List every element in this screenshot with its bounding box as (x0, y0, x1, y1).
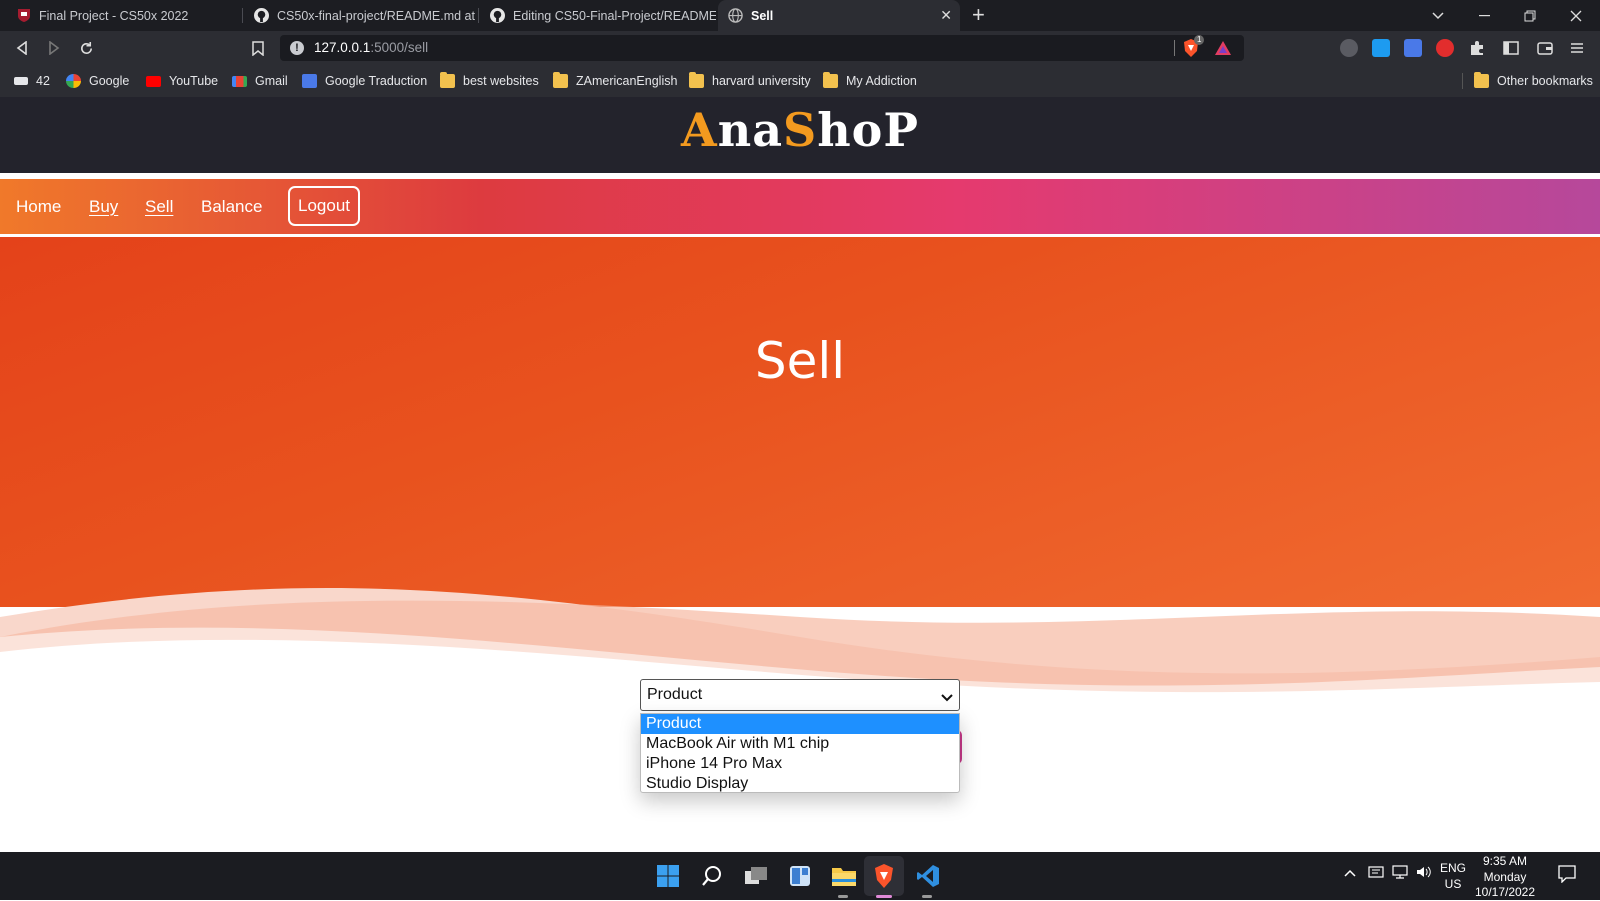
bookmark-harvard-university[interactable]: harvard university (689, 72, 811, 89)
42-icon (14, 77, 28, 85)
tab-sell[interactable]: Sell ✕ (718, 0, 960, 31)
github-icon (490, 8, 505, 23)
bookmark-google-traduction[interactable]: Google Traduction (302, 73, 427, 89)
folder-icon (553, 72, 568, 88)
tab-title: Final Project - CS50x 2022 (39, 8, 189, 23)
main-nav: Home Buy Sell Balance Logout (0, 179, 1600, 234)
wallet-icon[interactable] (1534, 37, 1556, 59)
youtube-icon (146, 75, 161, 87)
windows-start-icon[interactable] (654, 862, 682, 890)
close-window-icon[interactable] (1554, 0, 1598, 31)
restore-icon[interactable] (1508, 0, 1552, 31)
vscode-icon[interactable] (914, 862, 942, 890)
forward-icon[interactable] (43, 37, 65, 59)
site-header: AnaShoP (0, 97, 1600, 173)
globe-icon (728, 8, 743, 23)
network-icon[interactable] (1392, 865, 1408, 882)
nav-home[interactable]: Home (16, 197, 61, 217)
product-option[interactable]: iPhone 14 Pro Max (641, 754, 959, 774)
url-text: 127.0.0.1:5000/sell (314, 40, 429, 55)
bookmark-my-addiction[interactable]: My Addiction (823, 72, 917, 89)
reload-icon[interactable] (75, 37, 97, 59)
close-tab-icon[interactable]: ✕ (940, 7, 952, 24)
brave-browser-icon[interactable] (870, 862, 898, 890)
web-page: AnaShoP Home Buy Sell Balance Logout Sel… (0, 97, 1600, 852)
bookmark-icon[interactable] (247, 37, 269, 59)
browser-tab-strip: Final Project - CS50x 2022 CS50x-final-p… (0, 0, 1600, 31)
back-icon[interactable] (11, 37, 33, 59)
harvard-shield-icon (16, 8, 31, 23)
show-hidden-icons-chevron-icon[interactable] (1344, 866, 1356, 880)
gmail-icon (232, 75, 247, 87)
sidebar-icon[interactable] (1500, 37, 1522, 59)
extension-mask-icon[interactable] (1340, 39, 1358, 57)
windows-taskbar: ENG US 9:35 AM Monday 10/17/2022 (0, 852, 1600, 900)
site-info-icon[interactable]: ! (290, 41, 304, 55)
product-select[interactable]: Product (640, 679, 960, 711)
google-icon (66, 74, 81, 88)
tab-github-readme[interactable]: CS50x-final-project/README.md at m (244, 0, 478, 31)
task-view-icon[interactable] (742, 862, 770, 890)
folder-icon (689, 72, 704, 88)
ime-icon[interactable] (1368, 865, 1384, 882)
new-tab-icon[interactable]: + (972, 3, 985, 27)
bookmark-42[interactable]: 42 (14, 73, 50, 89)
extension-drop-icon[interactable] (1372, 39, 1390, 57)
notification-icon[interactable] (1558, 865, 1576, 886)
tab-title: Editing CS50-Final-Project/README.m (513, 8, 716, 23)
bookmark-youtube[interactable]: YouTube (146, 73, 218, 89)
extensions-puzzle-icon[interactable] (1466, 37, 1488, 59)
extension-adblock-icon[interactable] (1436, 39, 1454, 57)
brave-rewards-icon[interactable] (1214, 40, 1232, 61)
chevron-down-icon (941, 689, 953, 707)
widgets-icon[interactable] (786, 862, 814, 890)
minimize-icon[interactable] (1462, 0, 1506, 31)
nav-sell[interactable]: Sell (145, 197, 173, 217)
product-dropdown-list: Product MacBook Air with M1 chip iPhone … (640, 713, 960, 793)
bookmark-google[interactable]: Google (66, 73, 129, 89)
tab-title: CS50x-final-project/README.md at m (277, 8, 478, 23)
tab-final-project[interactable]: Final Project - CS50x 2022 (6, 0, 242, 31)
tab-title: Sell (751, 8, 774, 23)
page-title: Sell (754, 332, 846, 390)
folder-icon (823, 72, 838, 88)
shield-count-badge: 1 (1194, 35, 1205, 45)
address-bar[interactable]: ! 127.0.0.1:5000/sell 1 (280, 35, 1244, 61)
bookmark-gmail[interactable]: Gmail (232, 73, 288, 89)
nav-balance[interactable]: Balance (201, 197, 262, 217)
product-option[interactable]: Product (641, 714, 959, 734)
file-explorer-icon[interactable] (830, 862, 858, 890)
product-option[interactable]: Studio Display (641, 774, 959, 794)
extension-translate-icon[interactable] (1404, 39, 1422, 57)
translate-icon (302, 74, 317, 88)
site-logo[interactable]: AnaShoP (0, 103, 1600, 157)
bookmark-best-websites[interactable]: best websites (440, 72, 539, 89)
volume-icon[interactable] (1416, 865, 1432, 882)
product-option[interactable]: MacBook Air with M1 chip (641, 734, 959, 754)
folder-icon (440, 72, 455, 88)
tab-search-chevron-icon[interactable] (1416, 0, 1460, 31)
bookmarks-bar: 42 Google YouTube Gmail Google Traductio… (0, 65, 1600, 97)
folder-icon (1474, 72, 1489, 88)
search-icon[interactable] (698, 862, 726, 890)
nav-buy[interactable]: Buy (89, 197, 118, 217)
browser-toolbar: ! 127.0.0.1:5000/sell 1 (0, 31, 1600, 65)
tab-editing-readme[interactable]: Editing CS50-Final-Project/README.m (480, 0, 716, 31)
logout-button[interactable]: Logout (288, 186, 360, 226)
bookmark-other-bookmarks[interactable]: Other bookmarks (1474, 72, 1593, 89)
menu-icon[interactable] (1566, 37, 1588, 59)
bookmark-zamericanenglish[interactable]: ZAmericanEnglish (553, 72, 677, 89)
github-icon (254, 8, 269, 23)
product-select-value: Product (647, 686, 703, 703)
system-clock[interactable]: 9:35 AM Monday 10/17/2022 (1460, 854, 1550, 901)
